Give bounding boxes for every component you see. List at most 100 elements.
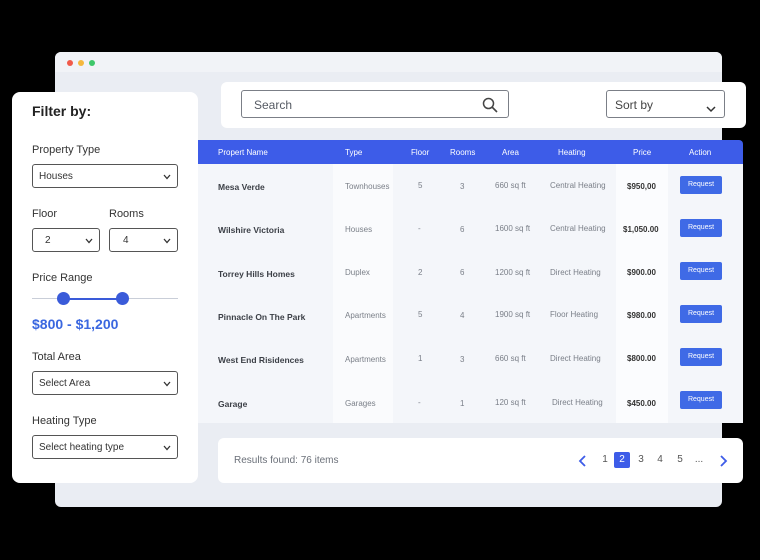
table-row[interactable]: Wilshire Victoria Houses - 6 1600 sq ft … [198,207,743,250]
sort-label: Sort by [615,98,654,112]
filter-panel: Filter by: Property Type Houses Floor Ro… [12,92,198,483]
search-input[interactable]: Search [241,90,509,118]
cell-type: Apartments [345,355,386,364]
request-button[interactable]: Request [680,262,722,280]
chevron-left-icon[interactable] [578,454,588,473]
page-4[interactable]: 4 [652,452,668,468]
cell-heating: Direct Heating [552,398,603,407]
header-type[interactable]: Type [345,148,362,157]
sort-dropdown[interactable]: Sort by [606,90,725,118]
table-row[interactable]: Mesa Verde Townhouses 5 3 660 sq ft Cent… [198,164,743,207]
page-5[interactable]: 5 [672,452,688,468]
cell-rooms: 4 [460,311,465,320]
search-icon[interactable] [482,97,498,118]
cell-name: Garage [218,399,248,409]
cell-price: $450.00 [627,399,656,408]
cell-floor: 5 [418,310,423,319]
minimize-window-dot[interactable] [78,60,84,66]
cell-area: 1200 sq ft [495,268,531,277]
request-button[interactable]: Request [680,219,722,237]
chevron-down-icon [163,172,171,183]
cell-area: 660 sq ft [495,181,526,190]
table-row[interactable]: Pinnacle On The Park Apartments 5 4 1900… [198,293,743,336]
cell-name: Pinnacle On The Park [218,312,306,322]
cell-name: Mesa Verde [218,182,265,192]
property-type-value: Houses [39,171,73,182]
price-range-value: $800 - $1,200 [32,316,119,332]
cell-floor: 1 [418,354,423,363]
table-header: Propert Name Type Floor Rooms Area Heati… [193,140,743,164]
property-type-select[interactable]: Houses [32,164,178,188]
request-button[interactable]: Request [680,348,722,366]
header-rooms[interactable]: Rooms [450,148,475,157]
cell-heating: Central Heating [550,181,606,190]
cell-area: 1900 sq ft [495,310,531,319]
cell-price: $1,050.00 [623,225,659,234]
price-range-label: Price Range [32,272,93,284]
page-2-active[interactable]: 2 [614,452,630,468]
cell-price: $900.00 [627,268,656,277]
cell-price: $800.00 [627,354,656,363]
cell-area: 120 sq ft [495,398,526,407]
price-slider-fill [64,298,122,300]
chevron-down-icon [163,236,171,247]
property-type-label: Property Type [32,144,101,156]
total-area-select[interactable]: Select Area [32,371,178,395]
table-body: Mesa Verde Townhouses 5 3 660 sq ft Cent… [198,164,743,423]
table-row[interactable]: Torrey Hills Homes Duplex 2 6 1200 sq ft… [198,250,743,293]
rooms-label: Rooms [109,208,144,220]
cell-rooms: 3 [460,182,465,191]
page-1[interactable]: 1 [597,452,613,468]
search-placeholder: Search [254,98,293,112]
cell-name: Torrey Hills Homes [218,269,295,279]
header-heating[interactable]: Heating [558,148,586,157]
chevron-down-icon [163,379,171,390]
maximize-window-dot[interactable] [89,60,95,66]
header-name[interactable]: Propert Name [218,148,268,157]
chevron-down-icon [706,100,716,118]
cell-name: Wilshire Victoria [218,225,285,235]
header-action: Action [689,148,712,157]
rooms-select[interactable]: 4 [109,228,178,252]
floor-label: Floor [32,208,58,220]
heating-type-value: Select heating type [39,442,125,453]
chevron-down-icon [163,443,171,454]
request-button[interactable]: Request [680,305,722,323]
cell-rooms: 3 [460,355,465,364]
table-row[interactable]: West End Risidences Apartments 1 3 660 s… [198,336,743,379]
cell-type: Houses [345,225,373,234]
price-slider-max-handle[interactable] [116,292,129,305]
price-slider-min-handle[interactable] [57,292,70,305]
close-window-dot[interactable] [67,60,73,66]
header-floor[interactable]: Floor [411,148,429,157]
table-row[interactable]: Garage Garages - 1 120 sq ft Direct Heat… [198,379,743,422]
cell-heating: Direct Heating [550,268,601,277]
floor-value: 2 [45,235,51,246]
cell-area: 1600 sq ft [495,224,531,233]
cell-name: West End Risidences [218,355,304,365]
cell-price: $950,00 [627,182,656,191]
page-3[interactable]: 3 [633,452,649,468]
request-button[interactable]: Request [680,391,722,409]
chevron-right-icon[interactable] [718,454,728,473]
title-bar [55,52,722,72]
cell-floor: - [418,224,421,233]
cell-type: Garages [345,399,376,408]
cell-floor: - [418,398,421,407]
floor-select[interactable]: 2 [32,228,100,252]
cell-price: $980.00 [627,311,656,320]
request-button[interactable]: Request [680,176,722,194]
header-price[interactable]: Price [633,148,651,157]
header-area[interactable]: Area [502,148,519,157]
cell-type: Apartments [345,311,386,320]
chevron-down-icon [85,236,93,247]
filter-title: Filter by: [32,103,92,119]
results-count: Results found: 76 items [234,455,339,466]
search-bar-panel: Search Sort by [221,82,746,128]
heating-type-select[interactable]: Select heating type [32,435,178,459]
cell-heating: Central Heating [550,224,606,233]
page-ellipsis: ... [694,454,704,465]
cell-floor: 2 [418,268,423,277]
total-area-label: Total Area [32,351,81,363]
cell-rooms: 1 [460,399,465,408]
